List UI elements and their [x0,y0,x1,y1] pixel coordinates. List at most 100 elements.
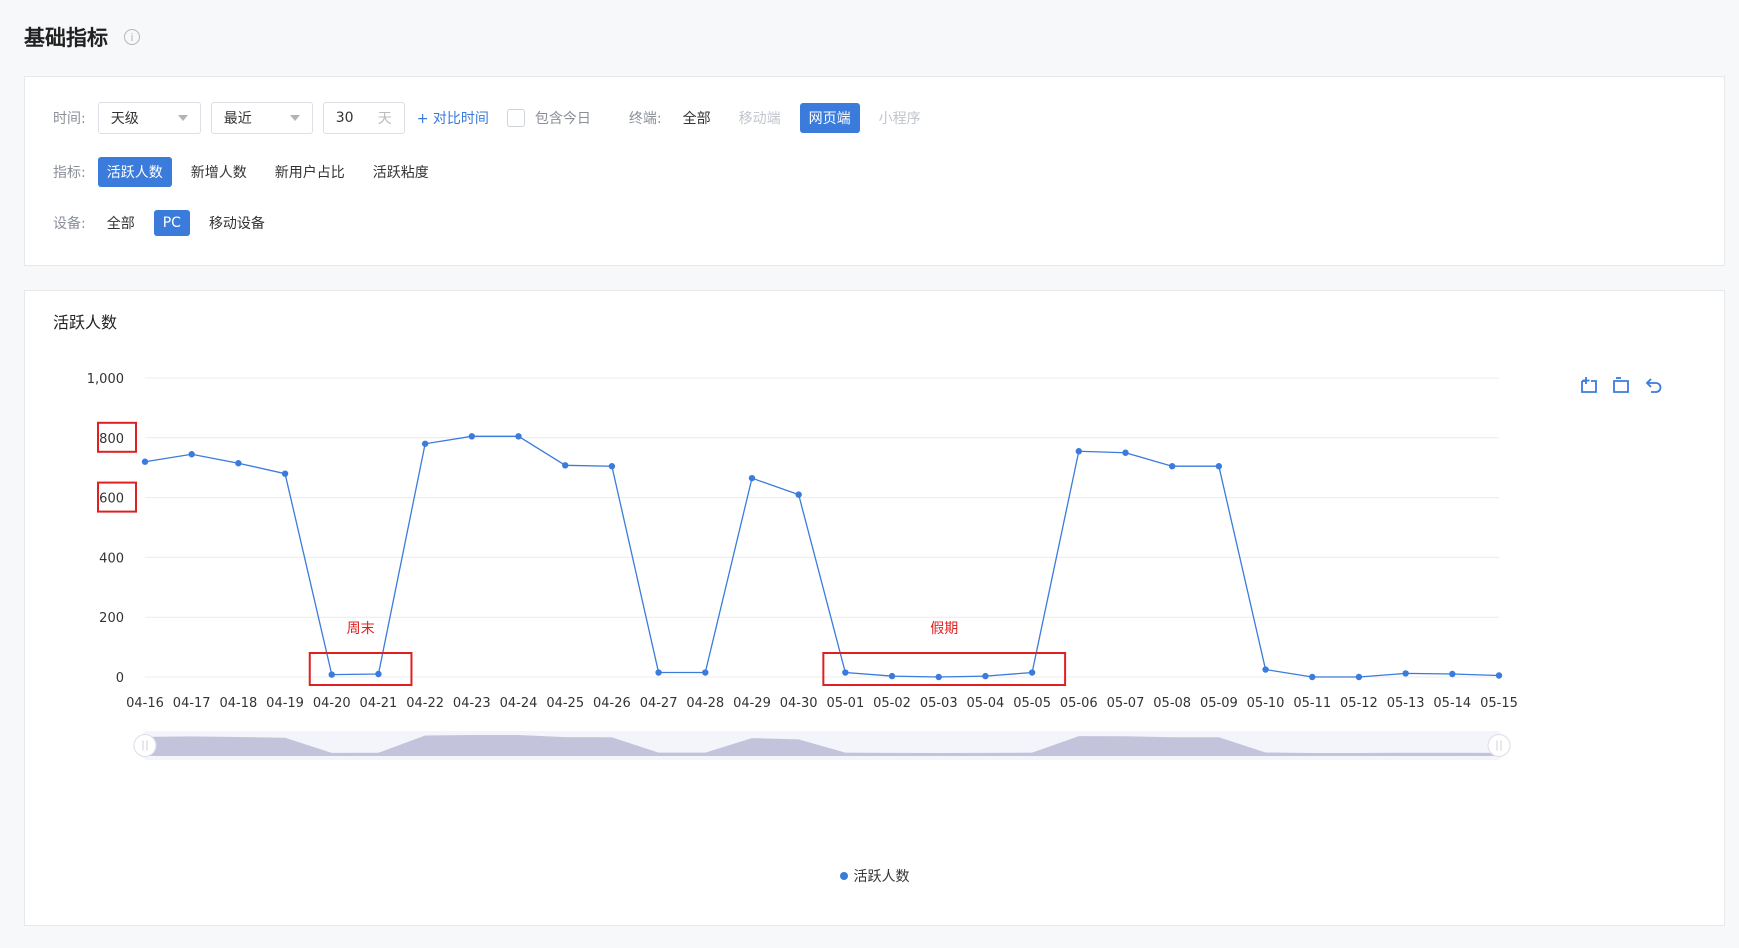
granularity-value: 天级 [110,111,139,127]
include-today-checkbox[interactable] [506,109,525,127]
page-title-text: 基础指标 [24,26,108,50]
data-point [1168,463,1176,470]
data-point [375,670,382,678]
x-tick-label: 05-03 [920,696,958,711]
chart-legend[interactable]: 活跃人数 [25,866,1724,886]
x-tick-label: 05-09 [1200,696,1238,711]
data-point [141,458,149,465]
y-tick-label: 800 [99,432,124,447]
x-tick-label: 05-07 [1107,696,1145,711]
zoom-select-icon[interactable] [1578,374,1600,396]
series-line [144,435,1500,678]
terminal-option-web[interactable]: 网页端 [799,103,860,133]
zoom-slider-handle [1487,734,1511,757]
data-point [935,673,942,681]
x-tick-label: 05-05 [1013,696,1051,711]
x-tick-label: 05-06 [1060,696,1098,711]
x-tick-label: 04-23 [453,696,491,711]
y-tick-label: 400 [99,551,124,566]
data-point [1449,670,1456,678]
data-point [188,451,195,458]
legend-marker [839,872,848,880]
zoom-slider-handle [133,734,157,757]
data-point [328,671,335,678]
data-point [748,474,756,482]
data-point [842,669,849,676]
data-point [1495,672,1503,679]
data-point [562,462,569,469]
line-chart: 0 200 400 600 800 1,000 04-16 04-17 04-18 04-19 04… [87,372,1518,760]
x-tick-label: 04-19 [266,696,304,711]
data-point [655,669,662,676]
data-point [1355,673,1363,681]
annotation-label: 假期 [930,621,958,637]
x-tick-label: 05-14 [1433,696,1471,711]
time-label: 时间: [53,111,86,127]
data-point [795,491,802,498]
data-point [1402,670,1409,677]
page-title: 基础指标 i [24,22,140,52]
y-tick-label: 200 [99,611,124,626]
terminal-option-mobile: 移动端 [738,111,781,127]
data-point [1122,449,1129,456]
terminal-option-all[interactable]: 全部 [674,103,720,133]
x-tick-label: 04-21 [360,696,398,711]
compare-time-link[interactable]: + 对比时间 [417,108,489,128]
filter-panel: 时间: 天级 最近 30 天 + 对比时间 包含今日 终端: 全部 移动端 网页… [24,76,1725,266]
x-tick-label: 04-17 [173,696,211,711]
data-point [1309,673,1316,681]
device-option-mobile[interactable]: 移动设备 [200,208,274,238]
granularity-select[interactable]: 天级 [97,102,201,134]
restore-icon[interactable] [1642,374,1664,396]
data-point [1215,463,1223,470]
x-tick-label: 05-12 [1340,696,1378,711]
chevron-down-icon [289,115,300,121]
include-today-label: 包含今日 [534,111,591,127]
chart-panel: 活跃人数 0 200 400 600 800 1,000 04-16 04-17 04-18 04… [24,290,1725,926]
info-icon[interactable]: i [124,29,140,45]
x-tick-label: 04-27 [640,696,678,711]
metric-option-active-users[interactable]: 活跃人数 [97,157,172,187]
data-point [1028,669,1036,676]
metric-option-stickiness[interactable]: 活跃粘度 [364,157,438,187]
device-option-all[interactable]: 全部 [98,208,144,238]
device-option-pc[interactable]: PC [153,210,190,236]
x-tick-label: 04-20 [313,696,351,711]
data-point [515,433,522,440]
legend-label: 活跃人数 [853,869,910,885]
metric-option-new-users[interactable]: 新增人数 [182,157,256,187]
data-point [421,440,429,447]
x-tick-label: 04-28 [686,696,724,711]
days-input[interactable]: 30 天 [322,102,405,134]
data-point [1075,448,1082,455]
data-point [235,460,242,467]
metric-filter-row: 指标: 活跃人数 新增人数 新用户占比 活跃粘度 [53,157,448,187]
range-select[interactable]: 最近 [210,102,313,134]
x-tick-label: 04-29 [733,696,771,711]
zoom-reset-icon[interactable] [1610,374,1632,396]
data-point [468,433,476,440]
x-tick-label: 04-24 [500,696,538,711]
chart-toolbar [1578,374,1664,396]
x-tick-label: 05-04 [967,696,1005,711]
annotation-box [308,652,413,686]
terminal-option-miniprogram: 小程序 [878,111,921,127]
y-tick-label: 0 [116,671,124,686]
data-point [702,669,709,676]
terminal-label: 终端: [628,111,662,127]
x-tick-label: 04-18 [219,696,257,711]
x-tick-label: 04-30 [780,696,818,711]
annotation-box [822,652,1067,686]
days-value: 30 [335,110,354,126]
data-point [1262,666,1269,673]
range-value: 最近 [223,111,252,127]
x-tick-label: 05-01 [826,696,864,711]
x-tick-label: 04-22 [406,696,444,711]
days-unit: 天 [377,111,392,127]
device-label: 设备: [53,216,86,232]
metric-option-new-user-ratio[interactable]: 新用户占比 [266,157,354,187]
x-tick-label: 05-15 [1480,696,1518,711]
y-tick-label: 1,000 [87,372,124,387]
x-tick-label: 04-25 [546,696,584,711]
x-tick-label: 05-10 [1247,696,1285,711]
